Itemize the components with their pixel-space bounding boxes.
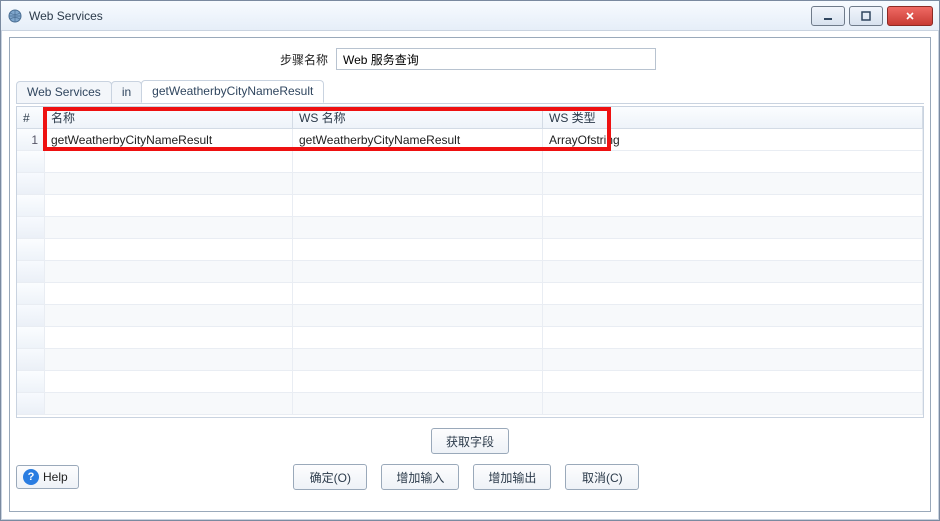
breadcrumb-item-root[interactable]: Web Services [16, 81, 112, 103]
col-name-header[interactable]: 名称 [45, 107, 293, 129]
content-frame: 步骤名称 Web Services in getWeatherbyCityNam… [9, 37, 931, 512]
table-cell-wsname[interactable]: getWeatherbyCityNameResult [293, 129, 543, 151]
step-name-row: 步骤名称 [16, 48, 924, 70]
fetch-button-row: 获取字段 [16, 428, 924, 454]
minimize-button[interactable] [811, 6, 845, 26]
step-name-input[interactable] [336, 48, 656, 70]
table-cell-wstype[interactable]: ArrayOfstring [543, 129, 923, 151]
breadcrumb-item-result[interactable]: getWeatherbyCityNameResult [141, 80, 324, 103]
titlebar: Web Services [1, 1, 939, 31]
web-services-dialog: Web Services 步骤名称 Web Services in getWea… [0, 0, 940, 521]
add-output-button[interactable]: 增加输出 [473, 464, 551, 490]
table-row-empty [17, 151, 45, 173]
table-cell-name[interactable]: getWeatherbyCityNameResult [45, 129, 293, 151]
col-index-header[interactable]: # [17, 107, 45, 129]
breadcrumb-item-in[interactable]: in [111, 81, 142, 103]
help-button[interactable]: ? Help [16, 465, 79, 489]
window-buttons [811, 6, 933, 26]
help-label: Help [43, 470, 68, 484]
help-icon: ? [23, 469, 39, 485]
window-title: Web Services [29, 9, 811, 23]
ok-button[interactable]: 确定(O) [293, 464, 367, 490]
step-name-label: 步骤名称 [16, 51, 336, 68]
table-row-num[interactable]: 1 [17, 129, 45, 151]
add-input-button[interactable]: 增加输入 [381, 464, 459, 490]
fetch-fields-button[interactable]: 获取字段 [431, 428, 509, 454]
result-table: # 名称 WS 名称 WS 类型 1 getWeatherbyCityNameR… [16, 106, 924, 418]
cancel-button[interactable]: 取消(C) [565, 464, 639, 490]
bottom-bar: ? Help 确定(O) 增加输入 增加输出 取消(C) [16, 464, 924, 490]
maximize-button[interactable] [849, 6, 883, 26]
close-button[interactable] [887, 6, 933, 26]
app-icon [7, 8, 23, 24]
breadcrumb: Web Services in getWeatherbyCityNameResu… [16, 80, 924, 104]
col-wstype-header[interactable]: WS 类型 [543, 107, 923, 129]
col-wsname-header[interactable]: WS 名称 [293, 107, 543, 129]
